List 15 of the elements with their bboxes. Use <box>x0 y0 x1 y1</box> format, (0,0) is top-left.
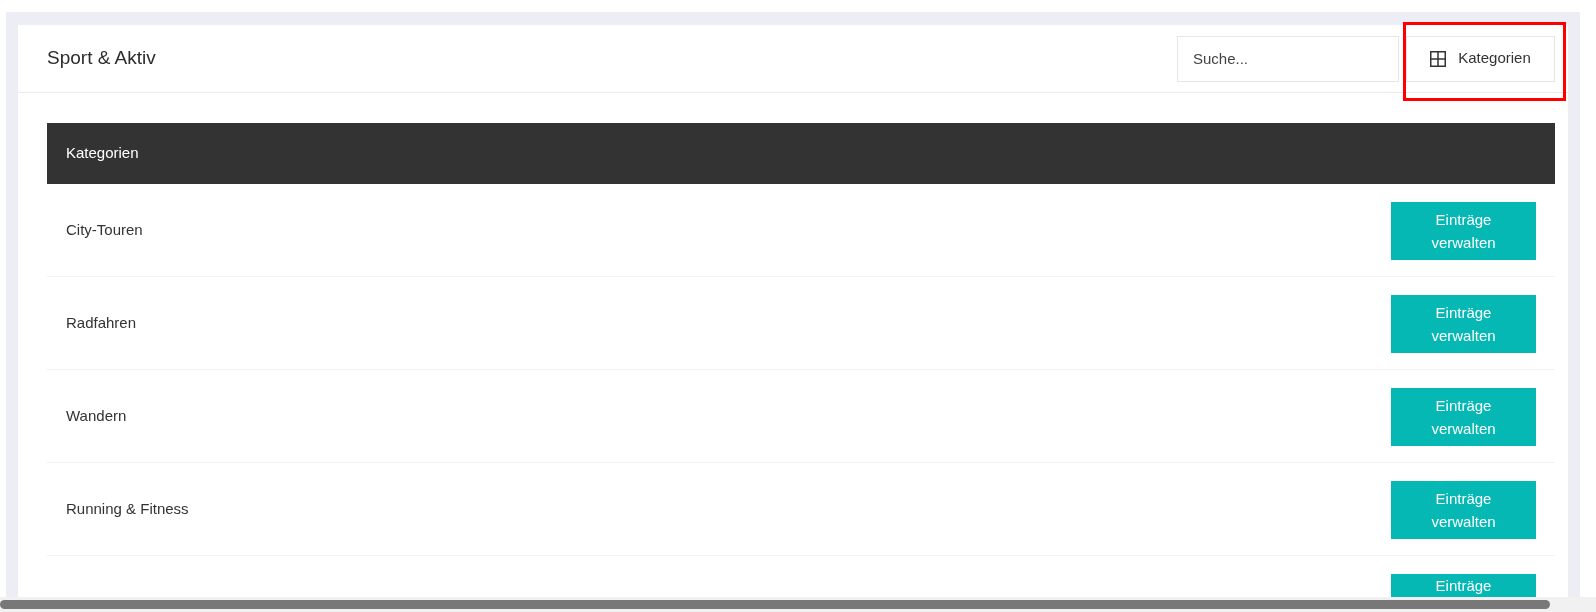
category-name: City-Touren <box>66 219 143 240</box>
grid-icon <box>1430 50 1447 67</box>
category-name: Radfahren <box>66 312 137 333</box>
manage-entries-button[interactable]: Einträge verwalten <box>1391 388 1536 446</box>
column-header: Kategorien <box>66 143 139 164</box>
page-title: Sport & Aktiv <box>47 46 156 71</box>
categories-button[interactable]: Kategorien <box>1406 35 1555 82</box>
manage-entries-button[interactable]: Einträge verwalten <box>1391 481 1536 539</box>
manage-entries-button[interactable]: Einträge <box>1391 574 1536 597</box>
category-name: Wandern <box>66 405 127 426</box>
manage-entries-button[interactable]: Einträge verwalten <box>1391 295 1536 353</box>
category-name: Running & Fitness <box>66 498 189 519</box>
manage-entries-button[interactable]: Einträge verwalten <box>1391 202 1536 260</box>
scrollbar-thumb[interactable] <box>0 600 1550 609</box>
search-field[interactable]: Suche... <box>1177 35 1399 82</box>
